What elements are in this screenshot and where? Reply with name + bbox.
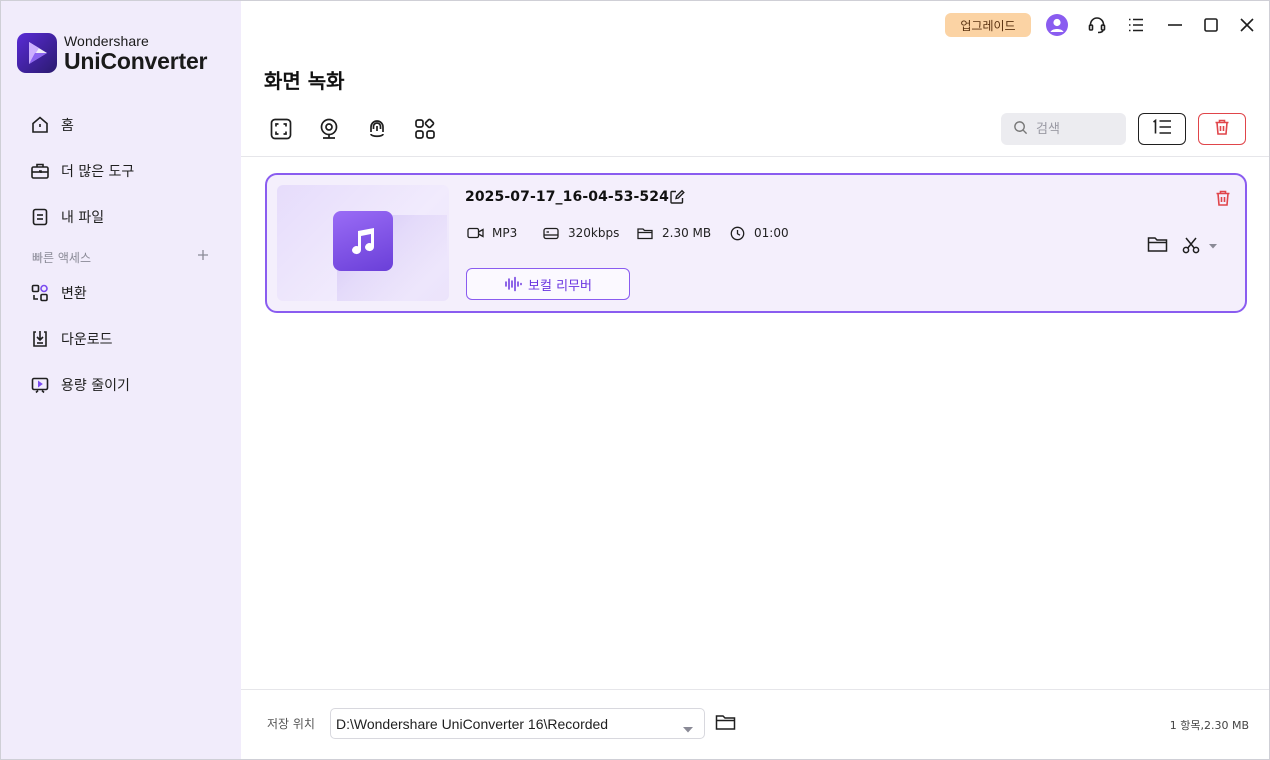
rename-edit-icon[interactable] (669, 189, 685, 205)
home-icon (29, 114, 51, 136)
file-icon (29, 206, 51, 228)
maximize-icon[interactable] (1199, 13, 1223, 37)
music-note-icon (333, 211, 393, 271)
divider (241, 689, 1269, 690)
save-location-label: 저장 위치 (267, 717, 315, 731)
file-name: 2025-07-17_16-04-53-524 (465, 189, 669, 205)
sidebar-item-convert[interactable]: 변환 (29, 280, 87, 306)
chevron-down-icon (682, 720, 694, 739)
trash-icon (1213, 118, 1231, 140)
divider (241, 156, 1269, 157)
file-format: MP3 (492, 226, 518, 240)
vocal-remover-label: 보컬 리무버 (528, 278, 592, 294)
save-path-value: D:\Wondershare UniConverter 16\Recorded (336, 715, 609, 732)
convert-icon (29, 282, 51, 304)
video-camera-icon (466, 225, 484, 241)
brand-name-main: UniConverter (64, 47, 208, 74)
item-count-summary: 1 항목,2.30 MB (1169, 719, 1249, 732)
sidebar-item-home[interactable]: 홈 (29, 112, 74, 138)
sidebar-item-my-files[interactable]: 내 파일 (29, 204, 104, 230)
delete-item-icon[interactable] (1214, 189, 1232, 207)
sidebar-item-label: 홈 (61, 118, 74, 134)
hard-drive-icon (542, 225, 560, 241)
download-icon (29, 328, 51, 350)
delete-all-button[interactable] (1198, 113, 1246, 145)
sidebar-item-label: 용량 줄이기 (61, 378, 130, 394)
save-path-select[interactable]: D:\Wondershare UniConverter 16\Recorded (330, 708, 705, 739)
app-window: Wondershare UniConverter 홈 더 많은 도구 내 파일 … (0, 0, 1270, 760)
browse-folder-icon[interactable] (715, 713, 737, 733)
menu-list-icon[interactable] (1124, 13, 1148, 37)
app-logo: Wondershare UniConverter (17, 33, 207, 73)
sidebar-item-more-tools[interactable]: 더 많은 도구 (29, 158, 134, 184)
webcam-record-icon[interactable] (316, 116, 342, 142)
search-input[interactable] (1036, 121, 1116, 137)
uniconverter-logo-icon (17, 33, 57, 73)
sidebar-item-download[interactable]: 다운로드 (29, 326, 113, 352)
size-meta: 2.30 MB (636, 225, 711, 241)
add-quick-access-icon[interactable] (195, 247, 211, 263)
sidebar-item-label: 다운로드 (61, 332, 113, 348)
clock-icon (728, 225, 746, 241)
sort-button[interactable] (1138, 113, 1186, 145)
folder-icon (636, 225, 654, 241)
duration-meta: 01:00 (728, 225, 789, 241)
support-headset-icon[interactable] (1085, 13, 1109, 37)
vocal-remover-button[interactable]: 보컬 리무버 (466, 268, 630, 300)
search-icon (1013, 120, 1028, 139)
close-icon[interactable] (1235, 13, 1259, 37)
screen-record-icon[interactable] (268, 116, 294, 142)
quick-access-label: 빠른 액세스 (32, 251, 92, 265)
scissors-edit-icon[interactable] (1181, 235, 1203, 255)
upgrade-button[interactable]: 업그레이드 (945, 13, 1031, 37)
search-box[interactable] (1001, 113, 1126, 145)
sidebar-item-label: 더 많은 도구 (61, 164, 135, 180)
waveform-icon (504, 276, 524, 292)
open-folder-icon[interactable] (1147, 235, 1169, 255)
brand-name-top: Wondershare (64, 32, 149, 49)
sidebar-item-label: 변환 (61, 286, 87, 302)
format-meta: MP3 (466, 225, 517, 241)
chevron-down-icon[interactable] (1207, 237, 1221, 251)
account-avatar-icon[interactable] (1045, 13, 1069, 37)
more-apps-icon[interactable] (412, 116, 438, 142)
minimize-icon[interactable] (1163, 13, 1187, 37)
recording-item-card[interactable]: 2025-07-17_16-04-53-524 MP3 320kbps 2.30… (265, 173, 1247, 313)
audio-thumbnail (277, 185, 449, 301)
compress-icon (29, 374, 51, 396)
sidebar: Wondershare UniConverter 홈 더 많은 도구 내 파일 … (1, 1, 241, 759)
page-title: 화면 녹화 (264, 69, 345, 93)
file-size: 2.30 MB (662, 226, 712, 240)
audio-record-icon[interactable] (364, 116, 390, 142)
file-duration: 01:00 (754, 226, 789, 240)
sidebar-item-label: 내 파일 (61, 210, 105, 226)
sidebar-item-compress[interactable]: 용량 줄이기 (29, 372, 130, 398)
file-bitrate: 320kbps (568, 226, 620, 240)
toolbox-icon (29, 160, 51, 182)
bitrate-meta: 320kbps (542, 225, 619, 241)
sort-list-icon (1151, 118, 1173, 140)
